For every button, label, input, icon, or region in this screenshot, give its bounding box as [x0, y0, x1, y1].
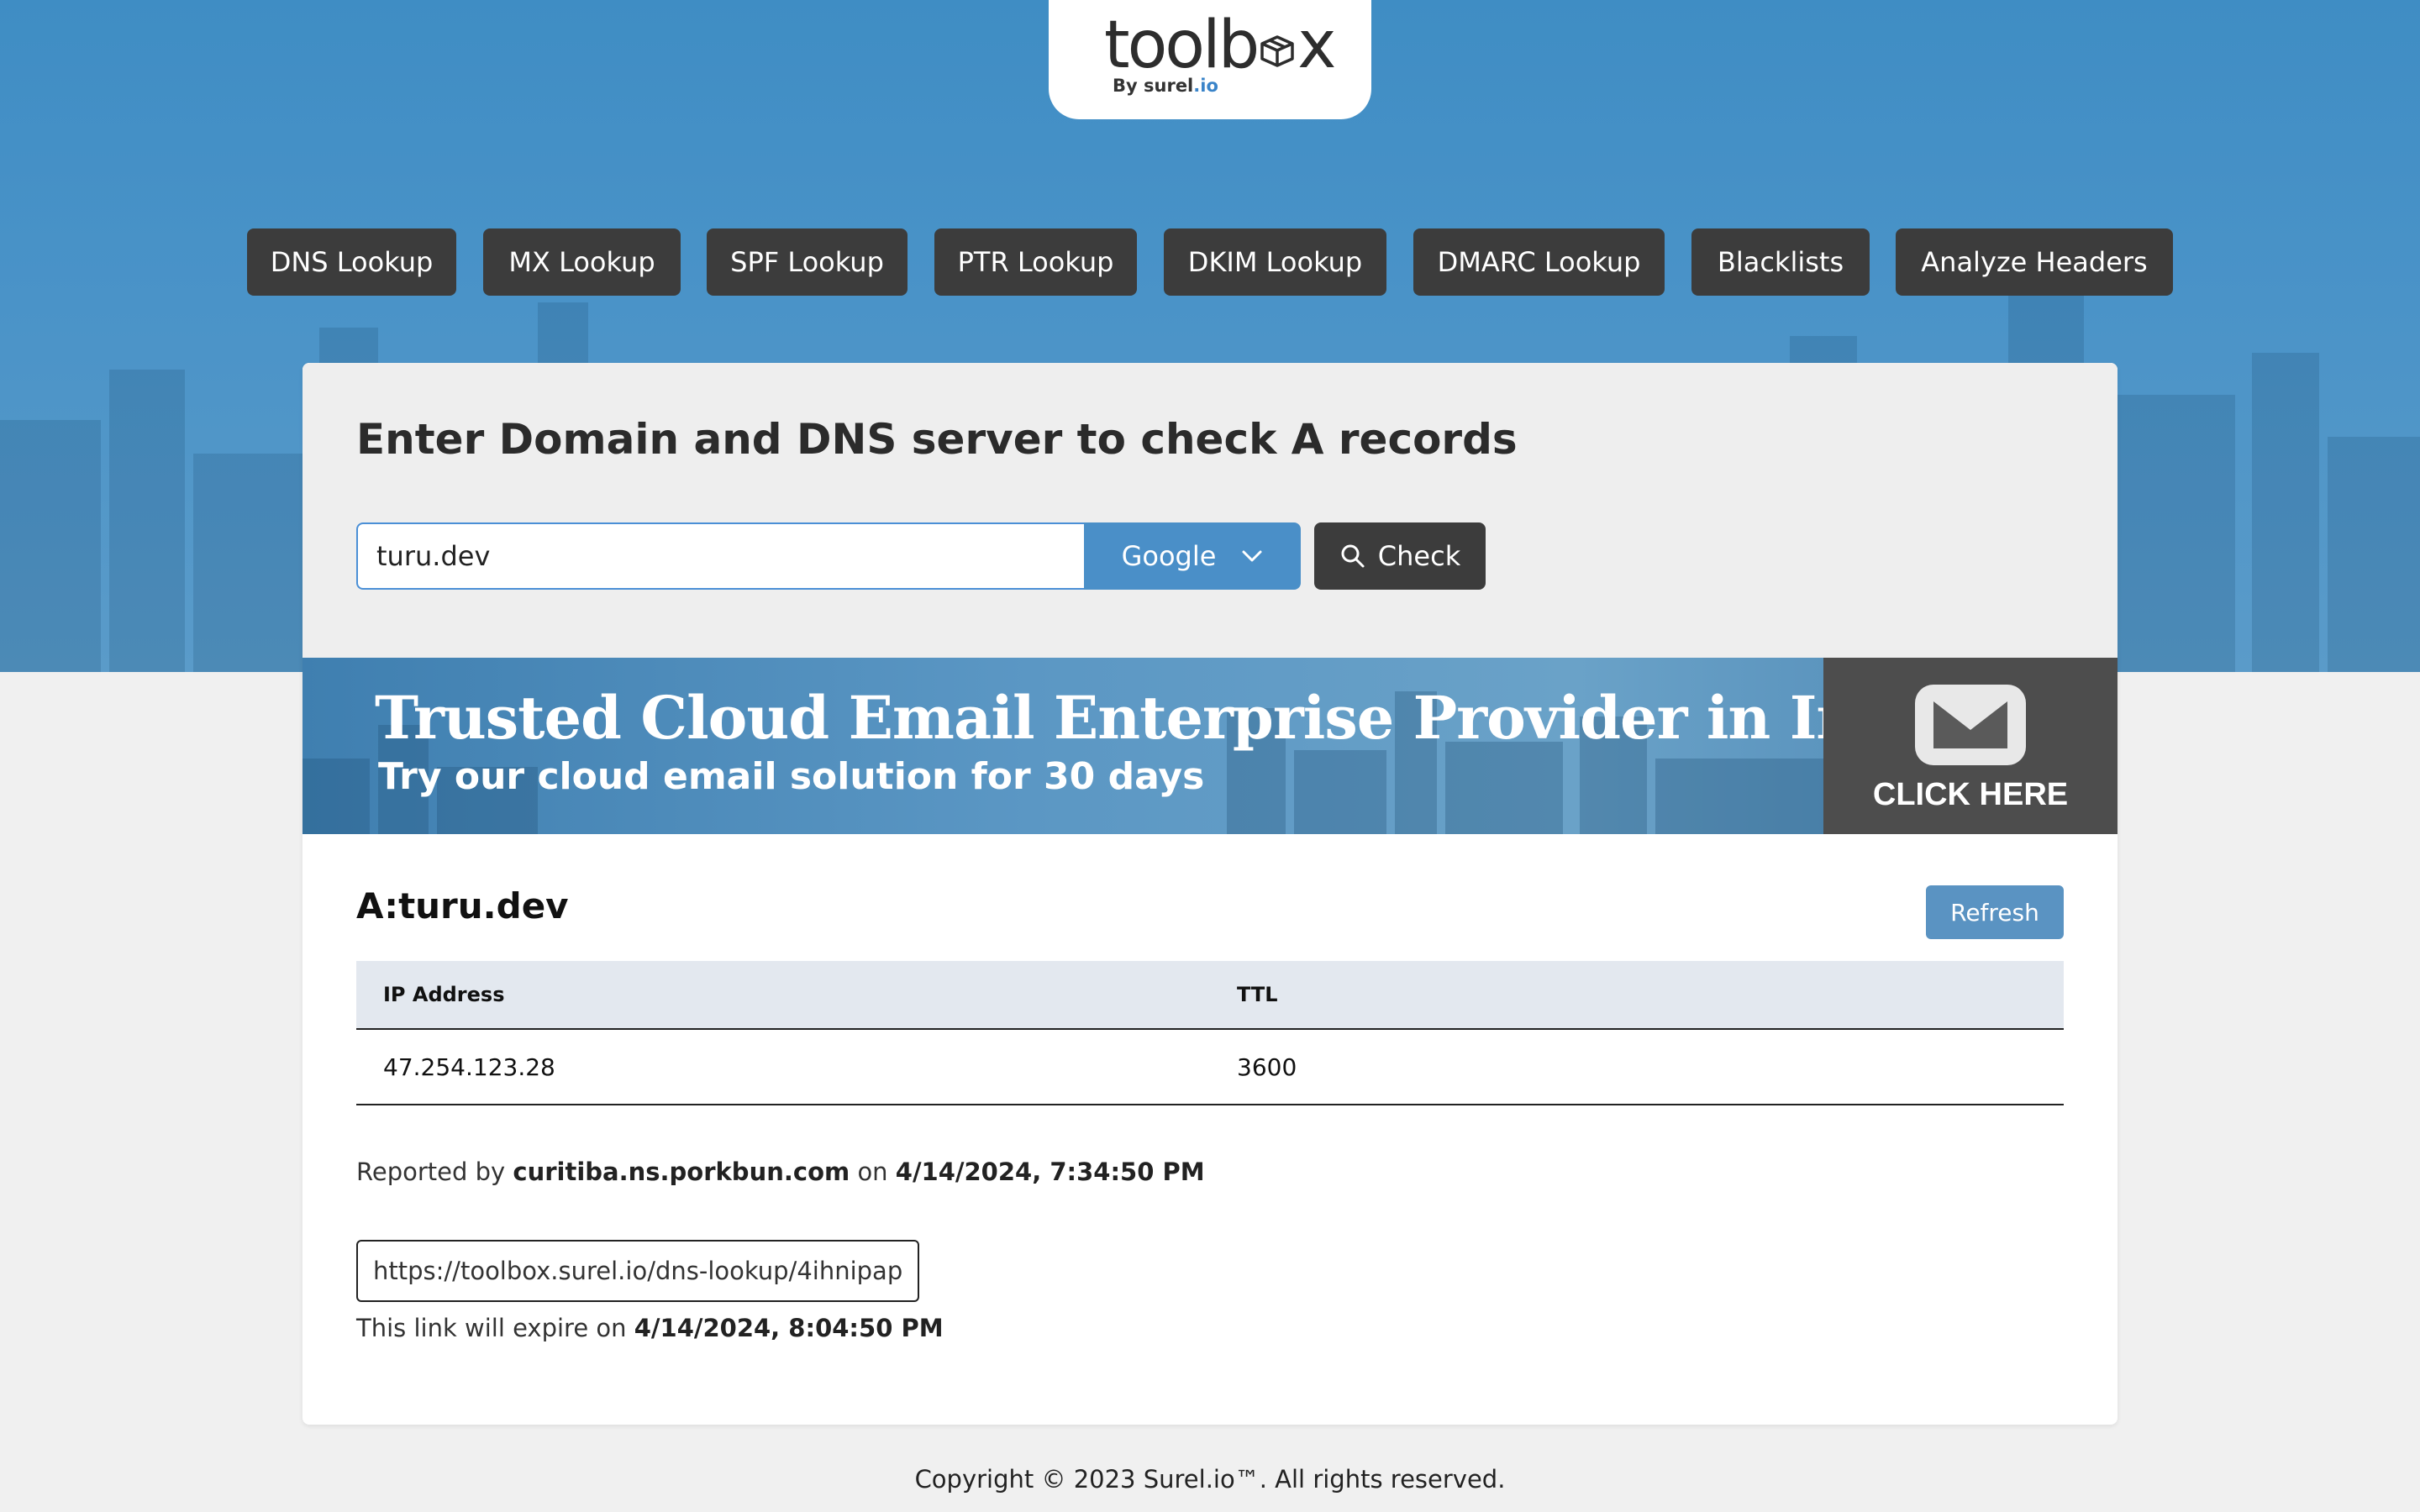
logo-wordmark: toolb x	[1104, 8, 1336, 83]
domain-input[interactable]: turu.dev	[356, 522, 1084, 590]
nav-dns-lookup[interactable]: DNS Lookup	[247, 228, 456, 296]
reported-by-text: Reported by curitiba.ns.porkbun.com on 4…	[356, 1158, 1205, 1186]
cell-ip-address: 47.254.123.28	[383, 1053, 555, 1081]
table-row: 47.254.123.28 3600	[356, 1030, 2064, 1105]
logo[interactable]: toolb x By surel.io	[1049, 0, 1371, 119]
nav-blacklists[interactable]: Blacklists	[1691, 228, 1870, 296]
reported-server: curitiba.ns.porkbun.com	[513, 1158, 850, 1186]
promo-banner[interactable]: Trusted Cloud Email Enterprise Provider …	[302, 658, 2118, 834]
refresh-button[interactable]: Refresh	[1926, 885, 2064, 939]
nav-mx-lookup[interactable]: MX Lookup	[483, 228, 681, 296]
nav-dkim-lookup[interactable]: DKIM Lookup	[1164, 228, 1386, 296]
lookup-form: Enter Domain and DNS server to check A r…	[302, 363, 2118, 658]
box-icon	[1260, 35, 1294, 67]
share-link-field[interactable]: https://toolbox.surel.io/dns-lookup/4ihn…	[356, 1240, 920, 1302]
column-header-ip-address: IP Address	[383, 983, 505, 1006]
dns-server-select[interactable]: Google	[1084, 522, 1301, 590]
check-button[interactable]: Check	[1314, 522, 1486, 590]
search-icon	[1341, 544, 1365, 568]
banner-subtitle: Try our cloud email solution for 30 days	[378, 755, 1205, 798]
tool-nav: DNS Lookup MX Lookup SPF Lookup PTR Look…	[0, 228, 2420, 296]
reported-time: 4/14/2024, 7:34:50 PM	[895, 1158, 1205, 1186]
cell-ttl: 3600	[1237, 1053, 1297, 1081]
banner-cta-label: CLICK HERE	[1872, 777, 2069, 812]
footer-copyright: Copyright © 2023 Surel.io™. All rights r…	[914, 1465, 1506, 1494]
link-expiry-text: This link will expire on 4/14/2024, 8:04…	[356, 1314, 944, 1342]
check-button-label: Check	[1377, 540, 1461, 572]
expiry-time: 4/14/2024, 8:04:50 PM	[634, 1314, 944, 1342]
table-header: IP Address TTL	[356, 961, 2064, 1030]
nav-dmarc-lookup[interactable]: DMARC Lookup	[1413, 228, 1665, 296]
nav-ptr-lookup[interactable]: PTR Lookup	[934, 228, 1137, 296]
banner-cta[interactable]: CLICK HERE	[1823, 658, 2118, 834]
nav-analyze-headers[interactable]: Analyze Headers	[1896, 228, 2173, 296]
domain-input-value: turu.dev	[376, 540, 491, 572]
chevron-down-icon	[1242, 550, 1262, 562]
lookup-card: Enter Domain and DNS server to check A r…	[302, 363, 2118, 1425]
mail-icon	[1915, 685, 2026, 765]
nav-spf-lookup[interactable]: SPF Lookup	[707, 228, 908, 296]
records-table: IP Address TTL 47.254.123.28 3600	[356, 961, 2064, 1105]
column-header-ttl: TTL	[1237, 983, 1278, 1006]
dns-server-value: Google	[1121, 540, 1217, 572]
form-title: Enter Domain and DNS server to check A r…	[356, 415, 1518, 464]
logo-byline: By surel.io	[1113, 76, 1218, 96]
result-title: A:turu.dev	[356, 885, 569, 927]
